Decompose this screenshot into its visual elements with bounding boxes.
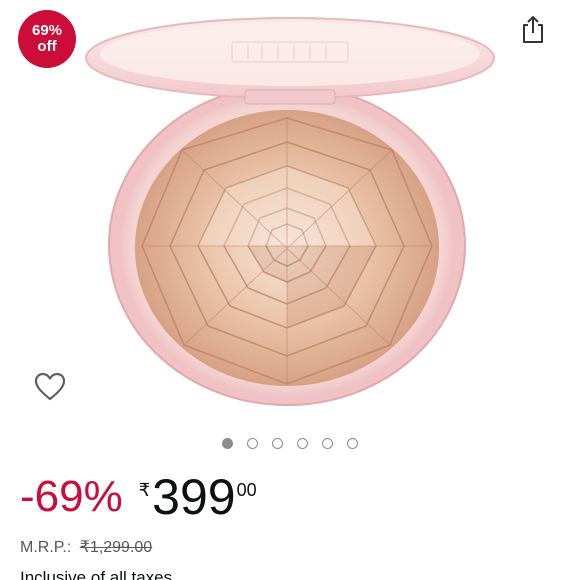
share-button[interactable] [516,12,550,46]
discount-badge-off: off [37,38,57,55]
carousel-dot-4[interactable] [297,438,308,449]
wishlist-button[interactable] [33,370,67,404]
inclusive-taxes-text: Inclusive of all taxes [20,568,173,580]
discount-badge: 69% off [18,10,76,68]
carousel-dot-3[interactable] [272,438,283,449]
share-icon [523,16,543,43]
product-image[interactable] [0,0,580,430]
product-page: 69% off -69% ₹ 399 00 M.R.P.: ₹1,299.00 [0,0,580,580]
carousel-dot-5[interactable] [322,438,333,449]
mrp-label: M.R.P.: [20,539,72,556]
price-fraction: 00 [236,480,257,500]
mrp-value: ₹1,299.00 [79,539,153,556]
mrp-row: M.R.P.: ₹1,299.00 [20,537,152,557]
discount-badge-percent: 69% [31,22,63,40]
carousel-dot-2[interactable] [247,438,258,449]
price-currency-symbol: ₹ [138,480,151,500]
price-whole: 399 [152,469,236,525]
price-row: -69% ₹ 399 00 [20,468,257,526]
carousel-dot-1[interactable] [222,438,233,449]
carousel-dot-6[interactable] [347,438,358,449]
heart-outline-icon [34,372,66,401]
price-discount-percent: -69% [20,472,123,521]
image-carousel-dots [0,438,580,449]
